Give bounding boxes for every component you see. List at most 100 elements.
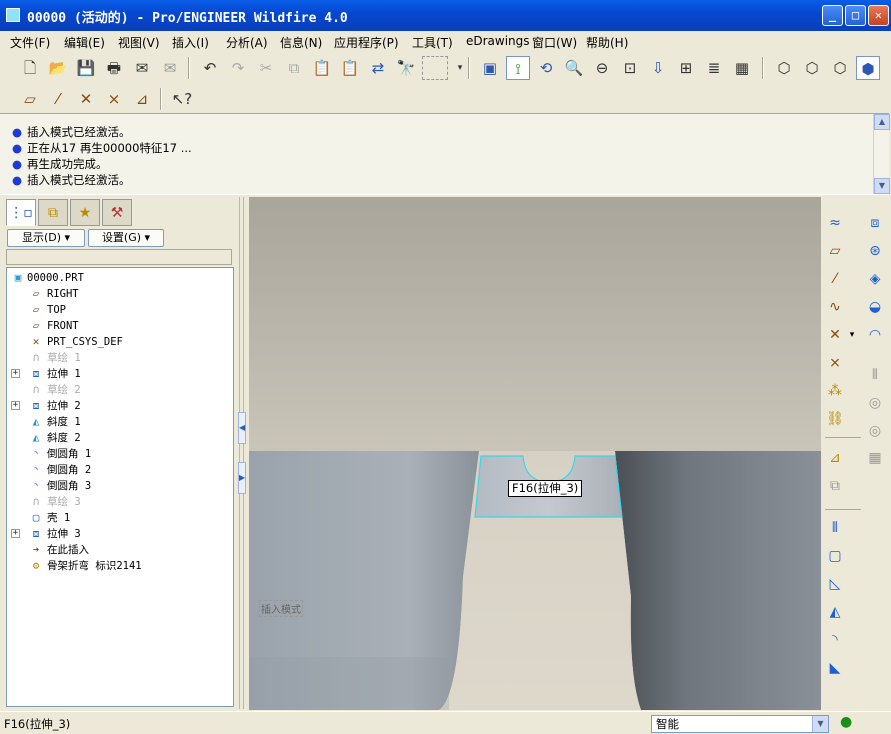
context-help-icon[interactable]: ↖?	[170, 87, 194, 111]
reorient-icon[interactable]: ⇩	[646, 56, 670, 80]
menu-info[interactable]: 信息(N)	[280, 34, 322, 51]
analysis-feature-icon[interactable]: ⁂	[824, 380, 846, 402]
menu-analysis[interactable]: 分析(A)	[226, 34, 268, 51]
cut-icon[interactable]: ✂	[254, 56, 278, 80]
menu-file[interactable]: 文件(F)	[10, 34, 50, 51]
chevron-down-icon[interactable]: ▼	[812, 716, 828, 732]
tree-filter-bar[interactable]	[6, 249, 232, 265]
annotation-display-icon[interactable]: ⊿	[130, 87, 154, 111]
boundary-blend-tool-icon[interactable]: ◒	[864, 296, 886, 318]
find-icon[interactable]: 🔭	[394, 56, 418, 80]
menu-window[interactable]: 窗口(W)	[532, 34, 577, 51]
hole-tool-icon[interactable]: ⫴	[824, 517, 846, 539]
scroll-down-icon[interactable]: ▼	[874, 178, 890, 194]
axis-display-icon[interactable]: ⁄	[46, 87, 70, 111]
tree-item[interactable]: ◭ 斜度 1	[7, 414, 233, 430]
menu-applications[interactable]: 应用程序(P)	[334, 34, 399, 51]
model-view[interactable]	[249, 197, 821, 710]
tree-item[interactable]: ➔ 在此插入	[7, 542, 233, 558]
close-button[interactable]: ✕	[868, 5, 889, 26]
datum-curve-tool-icon[interactable]: ∿	[824, 296, 846, 318]
new-file-icon[interactable]: 🗋	[18, 56, 42, 80]
orient-mode-icon[interactable]: ⟲	[534, 56, 558, 80]
minimize-button[interactable]: _	[822, 5, 843, 26]
scroll-up-icon[interactable]: ▲	[874, 114, 890, 130]
selection-filter-dropdown[interactable]: 智能 ▼	[651, 715, 829, 733]
csys-tool-icon[interactable]: ⨯	[824, 352, 846, 374]
layers-icon[interactable]: ≣	[702, 56, 726, 80]
datum-point-tool-icon[interactable]: ✕	[824, 324, 846, 346]
paste-special-icon[interactable]: 📋	[338, 56, 362, 80]
tree-item[interactable]: ▣ 00000.PRT	[7, 270, 233, 286]
tree-item[interactable]: ∩ 草绘 2	[7, 382, 233, 398]
expand-right-icon[interactable]: ▶	[238, 462, 246, 494]
show-dropdown[interactable]: 显示(D) ▾	[7, 229, 85, 247]
save-icon[interactable]: 💾	[74, 56, 98, 80]
tree-item[interactable]: ◝ 倒圆角 2	[7, 462, 233, 478]
wireframe-icon[interactable]: ⬡	[772, 56, 796, 80]
open-folder-icon[interactable]: 📂	[46, 56, 70, 80]
merge-tool-icon[interactable]: ◎	[864, 392, 886, 414]
tree-item[interactable]: ▱ FRONT	[7, 318, 233, 334]
chamfer-tool-icon[interactable]: ◣	[824, 657, 846, 679]
annotation-tool-icon[interactable]: ⊿	[824, 447, 846, 469]
plane-display-icon[interactable]: ▱	[18, 87, 42, 111]
extrude-tool-icon[interactable]: ⧈	[864, 212, 886, 234]
repaint-icon[interactable]: ▣	[478, 56, 502, 80]
tree-item[interactable]: ▱ RIGHT	[7, 286, 233, 302]
menu-insert[interactable]: 插入(I)	[172, 34, 209, 51]
menu-view[interactable]: 视图(V)	[118, 34, 160, 51]
expand-icon[interactable]: +	[11, 401, 20, 410]
undo-icon[interactable]: ↶	[198, 56, 222, 80]
shading-icon[interactable]: ⬢	[856, 56, 880, 80]
pattern-tool-icon[interactable]: ▦	[864, 447, 886, 469]
shell-tool-icon[interactable]: ▢	[824, 545, 846, 567]
spin-center-icon[interactable]: ⟟	[506, 56, 530, 80]
tree-item[interactable]: ⚙ 骨架折弯 标识2141	[7, 558, 233, 574]
paste-icon[interactable]: 📋	[310, 56, 334, 80]
menu-edrawings[interactable]: eDrawings	[466, 34, 530, 48]
datum-axis-tool-icon[interactable]: ⁄	[824, 268, 846, 290]
point-display-icon[interactable]: ✕	[74, 87, 98, 111]
copy-geometry-icon[interactable]: ⧉	[824, 475, 846, 497]
tree-item[interactable]: ◝ 倒圆角 3	[7, 478, 233, 494]
tree-item[interactable]: + ⧈ 拉伸 1	[7, 366, 233, 382]
saved-views-icon[interactable]: ⊞	[674, 56, 698, 80]
send-mail-icon[interactable]: ✉	[130, 56, 154, 80]
model-right-face[interactable]	[615, 451, 821, 710]
csys-display-icon[interactable]: ⨯	[102, 87, 126, 111]
view-manager-icon[interactable]: ▦	[730, 56, 754, 80]
no-hidden-icon[interactable]: ⬡	[828, 56, 852, 80]
revolve-tool-icon[interactable]: ⊛	[864, 240, 886, 262]
menu-edit[interactable]: 编辑(E)	[64, 34, 105, 51]
refit-icon[interactable]: ⊡	[618, 56, 642, 80]
settings-dropdown[interactable]: 设置(G) ▾	[88, 229, 164, 247]
print-icon[interactable]: 🖶	[102, 56, 126, 80]
graphics-window[interactable]: F16(拉伸_3) 插入模式	[249, 197, 821, 710]
tree-item[interactable]: ∩ 草绘 3	[7, 494, 233, 510]
tree-item[interactable]: + ⧈ 拉伸 3	[7, 526, 233, 542]
sketch-tool-icon[interactable]: ≈	[824, 212, 846, 234]
folder-browser-tab-icon[interactable]: ⧉	[38, 199, 68, 226]
regenerate-icon[interactable]: ⇄	[366, 56, 390, 80]
draft-tool-icon[interactable]: ◭	[824, 601, 846, 623]
send-link-icon[interactable]: ✉	[158, 56, 182, 80]
expand-icon[interactable]: +	[11, 369, 20, 378]
trim-tool-icon[interactable]: ◎	[864, 420, 886, 442]
model-tree-tab-icon[interactable]: ⋮▫	[6, 199, 36, 226]
tree-item[interactable]: ▱ TOP	[7, 302, 233, 318]
tree-item[interactable]: ▢ 壳 1	[7, 510, 233, 526]
datum-plane-tool-icon[interactable]: ▱	[824, 240, 846, 262]
variable-sweep-tool-icon[interactable]: ◠	[864, 324, 886, 346]
zoom-in-icon[interactable]: 🔍	[562, 56, 586, 80]
panel-splitter[interactable]: ◀ ▶	[236, 197, 249, 709]
zoom-out-icon[interactable]: ⊖	[590, 56, 614, 80]
selection-box-icon[interactable]	[422, 56, 448, 80]
redo-icon[interactable]: ↷	[226, 56, 250, 80]
tree-item[interactable]: ◝ 倒圆角 1	[7, 446, 233, 462]
datum-point-dropdown-icon[interactable]: ▾	[846, 324, 858, 346]
tree-item[interactable]: ✕ PRT_CSYS_DEF	[7, 334, 233, 350]
mirror-tool-icon[interactable]: ⫴	[864, 364, 886, 386]
tree-item[interactable]: ◭ 斜度 2	[7, 430, 233, 446]
message-scrollbar[interactable]: ▲ ▼	[873, 114, 890, 194]
